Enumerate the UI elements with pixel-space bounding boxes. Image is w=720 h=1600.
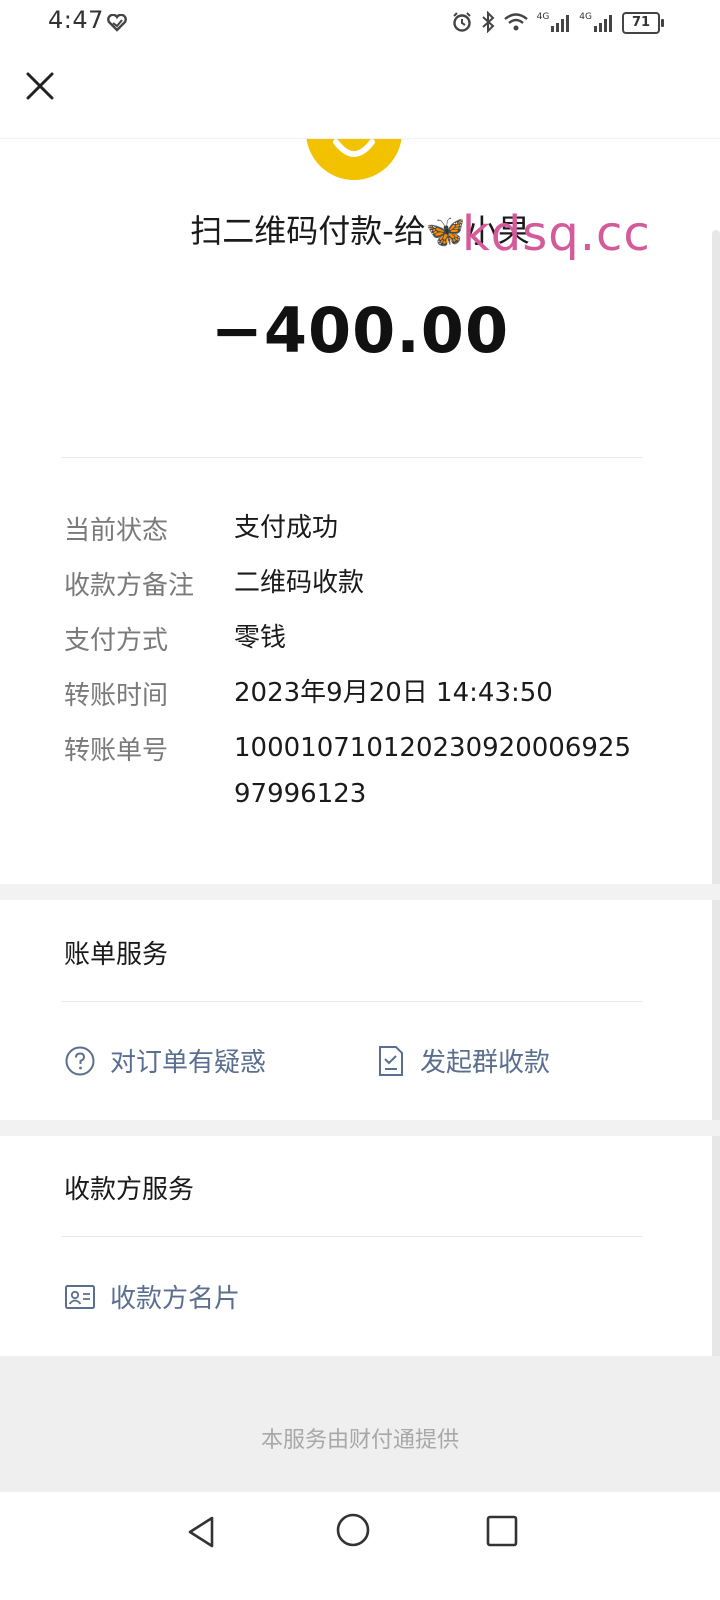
order-question-label: 对订单有疑惑	[110, 1048, 267, 1078]
bluetooth-icon	[481, 10, 495, 36]
status-value: 支付成功	[234, 513, 339, 543]
back-triangle-icon	[188, 1516, 214, 1548]
order-question-link[interactable]: 对订单有疑惑	[64, 1042, 266, 1079]
divider	[62, 1001, 642, 1002]
close-button[interactable]	[18, 64, 62, 108]
contact-card-icon	[65, 1284, 95, 1309]
document-icon	[379, 1045, 403, 1076]
watermark: kdsq.cc	[462, 206, 651, 262]
transfer-time-label: 转账时间	[64, 681, 169, 711]
back-nav-button[interactable]	[182, 1512, 222, 1556]
divider	[62, 1236, 642, 1237]
home-circle-icon	[336, 1513, 370, 1547]
top-bar	[0, 46, 720, 139]
cell-signal-2-icon: 4G	[579, 12, 614, 32]
footer-provider-text: 本服务由财付通提供	[260, 1428, 459, 1453]
recents-square-icon	[486, 1515, 518, 1547]
heart-notification-icon	[106, 13, 128, 36]
payee-card-link[interactable]: 收款方名片	[64, 1278, 240, 1315]
cell-signal-1-icon: 4G	[536, 12, 572, 32]
group-collect-link[interactable]: 发起群收款	[376, 1042, 550, 1079]
payee-title-prefix: 扫二维码付款-给	[190, 212, 426, 250]
home-nav-button[interactable]	[333, 1510, 373, 1554]
transfer-number-label: 转账单号	[64, 736, 169, 766]
signal-2-type: 4G	[579, 12, 592, 22]
recents-nav-button[interactable]	[482, 1511, 522, 1555]
transfer-number-value[interactable]: 10001071012023092000692597996123	[234, 725, 644, 817]
status-label: 当前状态	[64, 516, 169, 546]
bill-service-title: 账单服务	[64, 940, 169, 970]
payment-amount: −400.00	[210, 294, 510, 367]
question-icon	[65, 1046, 95, 1075]
payment-detail-screen: 4:47 4G 4G 71 扫二维码付款-给🦋小果 kdsq.cc −400.0…	[0, 0, 720, 1600]
section-gap	[0, 1120, 720, 1136]
system-nav-bar	[0, 1492, 720, 1600]
scrollbar[interactable]	[712, 230, 720, 1480]
wifi-icon	[503, 12, 529, 35]
divider	[62, 457, 642, 458]
signal-1-type: 4G	[536, 12, 550, 22]
payee-service-title: 收款方服务	[64, 1175, 195, 1205]
payment-method-value: 零钱	[234, 623, 287, 653]
section-gap	[0, 884, 720, 900]
payee-remark-label: 收款方备注	[64, 571, 195, 601]
status-icons: 4G 4G 71	[451, 8, 664, 38]
payee-remark-value: 二维码收款	[234, 568, 365, 598]
butterfly-emoji: 🦋	[425, 212, 466, 250]
status-time: 4:47	[48, 6, 104, 34]
alarm-icon	[451, 11, 473, 36]
group-collect-label: 发起群收款	[420, 1048, 551, 1078]
transfer-time-value: 2023年9月20日 14:43:50	[234, 678, 553, 708]
battery-icon: 71	[622, 12, 664, 34]
payee-card-label: 收款方名片	[110, 1284, 241, 1314]
close-icon	[26, 72, 54, 100]
payment-method-label: 支付方式	[64, 626, 169, 656]
